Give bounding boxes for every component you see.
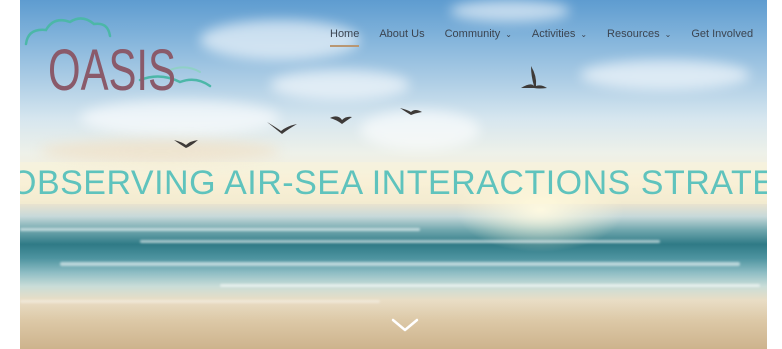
wave (220, 284, 760, 287)
wave (20, 300, 380, 303)
nav-item-get-involved[interactable]: Get Involved (691, 28, 753, 40)
nav-item-home[interactable]: Home (330, 28, 360, 47)
main-navigation: Home About Us Community ⌄ Activities ⌄ R… (310, 24, 767, 47)
nav-item-label: Resources (607, 28, 660, 40)
bird-icon (330, 116, 352, 124)
bird-icon (174, 140, 198, 148)
nav-item-label: About Us (379, 28, 425, 40)
hero-headline: OBSERVING AIR-SEA INTERACTIONS STRATEGY (20, 163, 767, 202)
wave (60, 262, 740, 266)
cloud (580, 60, 750, 90)
hero-banner: OASIS Home About Us Community ⌄ Activiti… (20, 0, 767, 349)
nav-item-resources[interactable]: Resources ⌄ (607, 28, 671, 40)
nav-item-label: Get Involved (691, 28, 754, 40)
cloud (40, 140, 280, 162)
bird-icon (521, 66, 547, 89)
cloud (450, 0, 570, 22)
cloud (80, 100, 280, 136)
bird-icon (400, 108, 422, 115)
nav-item-community[interactable]: Community ⌄ (445, 28, 512, 40)
wave (20, 228, 420, 231)
nav-item-about-us[interactable]: About Us (379, 28, 424, 40)
chevron-down-icon: ⌄ (580, 29, 588, 39)
page: OASIS Home About Us Community ⌄ Activiti… (0, 0, 782, 349)
nav-item-activities[interactable]: Activities ⌄ (532, 28, 587, 40)
wave (140, 240, 660, 243)
hero-headline-band: OBSERVING AIR-SEA INTERACTIONS STRATEGY (20, 162, 767, 204)
cloud (270, 70, 410, 100)
nav-item-label: Community (444, 28, 501, 40)
chevron-down-icon: ⌄ (664, 29, 672, 39)
chevron-down-icon[interactable] (390, 316, 420, 334)
bird-icon (267, 122, 297, 134)
logo-text: OASIS (48, 38, 176, 98)
oasis-logo[interactable]: OASIS (20, 6, 230, 98)
chevron-down-icon: ⌄ (505, 29, 512, 39)
nav-item-label: Home (330, 28, 360, 40)
nav-item-label: Activities (531, 28, 576, 40)
